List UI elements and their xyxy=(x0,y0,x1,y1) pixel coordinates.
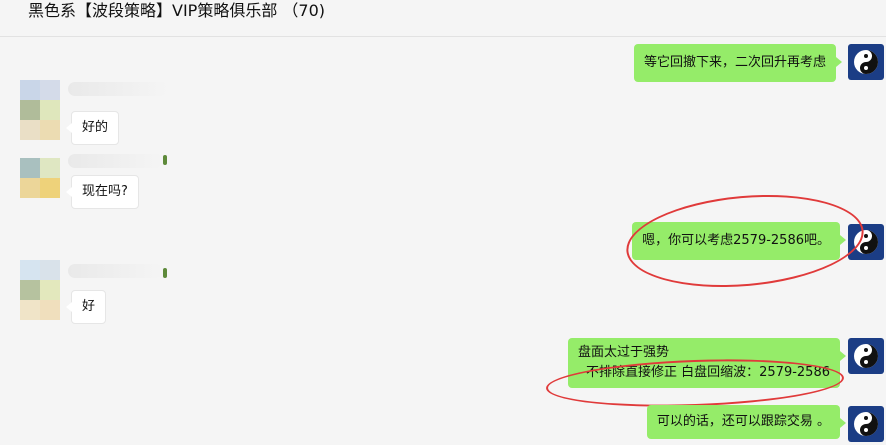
my-avatar[interactable] xyxy=(848,338,884,374)
contact-nickname-blurred xyxy=(68,264,163,278)
my-avatar[interactable] xyxy=(848,406,884,442)
contact-avatar-lower xyxy=(20,280,60,320)
yin-yang-icon xyxy=(854,412,878,436)
annotation-circle xyxy=(622,185,868,297)
contact-avatar-lower xyxy=(20,100,60,140)
plant-emoji-icon xyxy=(163,268,167,278)
chat-title: 黑色系【波段策略】VIP策略俱乐部 （70) xyxy=(28,1,326,20)
message-bubble-other[interactable]: 现在吗? xyxy=(66,175,139,209)
yin-yang-icon xyxy=(854,50,878,74)
contact-nickname-blurred xyxy=(68,82,168,96)
message-bubble-other[interactable]: 好 xyxy=(65,290,107,324)
message-bubble-other[interactable]: 好的 xyxy=(65,111,120,145)
chat-header: 黑色系【波段策略】VIP策略俱乐部 （70) xyxy=(0,0,886,37)
my-avatar[interactable] xyxy=(848,44,884,80)
yin-yang-icon xyxy=(854,344,878,368)
message-bubble-mine[interactable]: 可以的话，还可以跟踪交易 。 xyxy=(646,405,847,439)
message-bubble-mine[interactable]: 等它回撤下来，二次回升再考虑 xyxy=(633,44,843,82)
contact-nickname-blurred xyxy=(68,154,163,168)
contact-avatar[interactable] xyxy=(20,158,60,198)
plant-emoji-icon xyxy=(163,155,167,165)
